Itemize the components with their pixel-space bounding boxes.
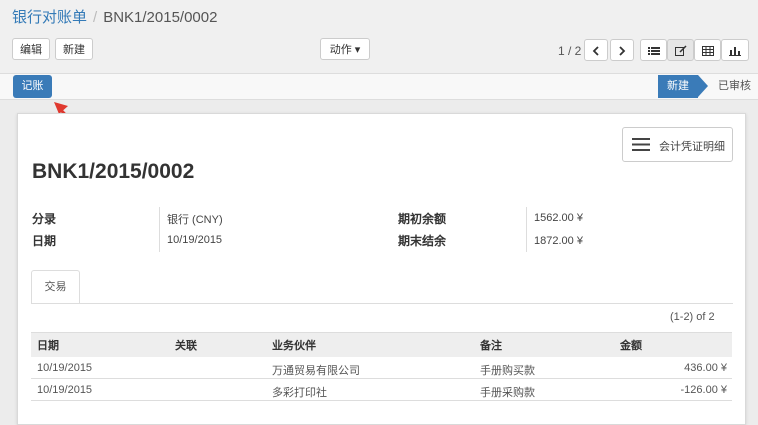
cell-partner: 多彩打印社: [272, 387, 327, 399]
chevron-right-icon: [619, 46, 626, 56]
grid-view-button[interactable]: [694, 39, 721, 61]
bar-chart-icon: [729, 47, 741, 56]
pager-previous-button[interactable]: [584, 39, 608, 61]
date-label: 日期: [32, 234, 57, 248]
end-balance-value: 1872.00 ¥: [534, 235, 583, 247]
graph-view-button[interactable]: [721, 39, 749, 61]
list-icon: [647, 47, 660, 55]
field-divider: [526, 207, 527, 252]
create-button[interactable]: 新建: [55, 38, 93, 60]
column-header-date[interactable]: 日期: [37, 337, 59, 353]
cell-date: 10/19/2015: [37, 384, 93, 396]
breadcrumb-separator: /: [93, 9, 98, 26]
journal-label: 分录: [32, 212, 57, 226]
cell-partner: 万通贸易有限公司: [272, 365, 360, 377]
cell-memo: 手册购买款: [480, 365, 535, 377]
column-header-ref[interactable]: 关联: [175, 337, 197, 353]
edit-icon: [674, 45, 687, 56]
column-header-memo[interactable]: 备注: [480, 337, 502, 353]
breadcrumb-parent-link[interactable]: 银行对账单: [12, 9, 87, 26]
tab-divider: [31, 303, 733, 304]
start-balance-value: 1562.00 ¥: [534, 212, 583, 224]
journal-items-label: 会计凭证明细: [659, 141, 725, 153]
pager-next-button[interactable]: [610, 39, 634, 61]
cell-memo: 手册采购款: [480, 387, 535, 399]
menu-icon: [632, 138, 650, 151]
end-balance-label: 期末结余: [398, 234, 447, 248]
record-count: (1-2) of 2: [670, 311, 715, 323]
tab-transactions[interactable]: 交易: [31, 270, 80, 304]
journal-value: 银行 (CNY): [167, 214, 223, 226]
cell-amount: -126.00 ¥: [680, 384, 727, 396]
breadcrumb-current: BNK1/2015/0002: [103, 9, 218, 26]
list-view-button[interactable]: [640, 39, 667, 61]
breadcrumb: 银行对账单 / BNK1/2015/0002: [12, 6, 217, 27]
post-button[interactable]: 记账: [13, 75, 52, 98]
record-title: BNK1/2015/0002: [32, 160, 195, 183]
action-dropdown[interactable]: 动作 ▾: [320, 38, 370, 60]
column-header-amount[interactable]: 金额: [620, 337, 642, 353]
stage-arrow: [698, 75, 708, 97]
cell-amount: 436.00 ¥: [684, 362, 727, 374]
column-header-partner[interactable]: 业务伙伴: [272, 337, 316, 353]
field-divider: [159, 207, 160, 252]
start-balance-label: 期初余额: [398, 212, 447, 226]
pager-counter: 1 / 2: [558, 44, 582, 58]
chevron-left-icon: [592, 46, 599, 56]
status-bar: [0, 73, 758, 100]
edit-button[interactable]: 编辑: [12, 38, 50, 60]
journal-items-button[interactable]: 会计凭证明细: [622, 127, 733, 162]
date-value: 10/19/2015: [167, 234, 223, 246]
cell-date: 10/19/2015: [37, 362, 93, 374]
table-icon: [701, 46, 714, 56]
form-view-button[interactable]: [667, 39, 694, 61]
stage-validated[interactable]: 已审核: [718, 75, 751, 98]
stage-new[interactable]: 新建: [658, 75, 698, 98]
